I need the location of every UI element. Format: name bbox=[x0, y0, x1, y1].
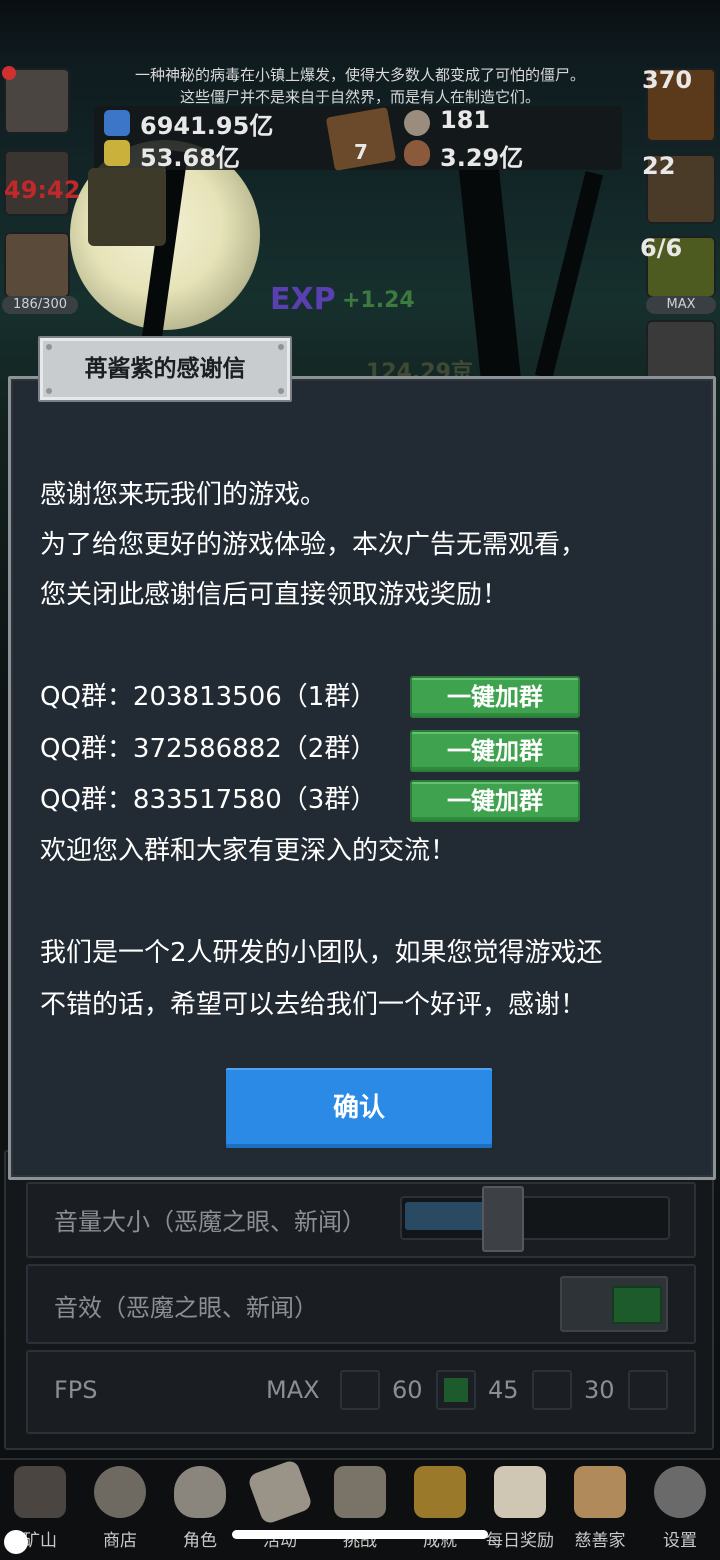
resource-blue-potion: 6941.95亿 bbox=[140, 112, 274, 140]
nav-achievement[interactable]: 成就 bbox=[400, 1460, 480, 1560]
sword-side-icon[interactable] bbox=[646, 320, 716, 380]
lantern-icon bbox=[14, 1466, 66, 1518]
volume-slider-handle[interactable] bbox=[482, 1186, 524, 1252]
fps-option-60-check bbox=[444, 1378, 468, 1402]
timer-text: 49:42 bbox=[4, 176, 81, 204]
dialog-line3: 您关闭此感谢信后可直接领取游戏奖励！ bbox=[40, 580, 509, 610]
qq-group-1-text: QQ群：203813506（1群） bbox=[40, 682, 377, 712]
fps-option-max[interactable] bbox=[340, 1370, 380, 1410]
nav-shop[interactable]: 商店 bbox=[80, 1460, 160, 1560]
team-line2: 不错的话，希望可以去给我们一个好评，感谢！ bbox=[40, 990, 587, 1020]
side-progress-text: 186/300 bbox=[12, 297, 67, 312]
nav-settings[interactable]: 设置 bbox=[640, 1460, 720, 1560]
resource-meat: 3.29亿 bbox=[440, 144, 524, 172]
fps-option-45[interactable] bbox=[532, 1370, 572, 1410]
sfx-label: 音效（恶魔之眼、新闻） bbox=[54, 1294, 318, 1322]
nav-philanthropist[interactable]: 慈善家 bbox=[560, 1460, 640, 1560]
nav-event[interactable]: 活动 bbox=[240, 1458, 320, 1560]
dialog-line2: 为了给您更好的游戏体验，本次广告无需观看， bbox=[40, 530, 587, 560]
shell-icon bbox=[94, 1466, 146, 1518]
nav-daily-reward[interactable]: 每日奖励 bbox=[480, 1460, 560, 1560]
fps-option-60-label: 60 bbox=[392, 1376, 423, 1404]
book-count: 7 bbox=[354, 140, 368, 164]
qq-group-2-text: QQ群：372586882（2群） bbox=[40, 734, 377, 764]
yellow-potion-icon bbox=[104, 140, 130, 166]
scroll-icon bbox=[246, 1458, 314, 1526]
assistive-touch-button[interactable] bbox=[4, 1530, 28, 1554]
confirm-button[interactable]: 确认 bbox=[226, 1068, 492, 1148]
nav-character[interactable]: 角色 bbox=[160, 1460, 240, 1560]
story-text-line2: 这些僵尸并不是来自于自然界，而是有人在制造它们。 bbox=[179, 88, 540, 106]
qq-group-3-text: QQ群：833517580（3群） bbox=[40, 785, 377, 815]
dialog-title-tab: 苒酱紫的感谢信 bbox=[38, 336, 292, 402]
exp-value: +1.24 bbox=[342, 288, 415, 313]
dialog-line1: 感谢您来玩我们的游戏。 bbox=[40, 480, 327, 510]
nav-label: 慈善家 bbox=[574, 1531, 626, 1551]
skull-icon bbox=[174, 1466, 226, 1518]
bread-side-icon[interactable] bbox=[4, 232, 70, 298]
dialog-title: 苒酱紫的感谢信 bbox=[84, 356, 246, 382]
team-line1: 我们是一个2人研发的小团队，如果您觉得游戏还 bbox=[40, 938, 603, 968]
nav-label: 每日奖励 bbox=[486, 1531, 554, 1551]
key-icon bbox=[414, 1466, 466, 1518]
bread-icon bbox=[574, 1466, 626, 1518]
fps-option-max-label: MAX bbox=[266, 1376, 320, 1404]
exp-label: EXP bbox=[270, 282, 336, 317]
fps-option-30[interactable] bbox=[628, 1370, 668, 1410]
story-text-line1: 一种神秘的病毒在小镇上爆发，使得大多数人都变成了可怕的僵尸。 bbox=[134, 66, 585, 84]
notification-dot bbox=[2, 66, 16, 80]
home-indicator[interactable] bbox=[232, 1530, 488, 1539]
sfx-toggle-knob bbox=[612, 1286, 662, 1324]
slime-count: 6/6 bbox=[640, 234, 683, 262]
resource-coin: 181 bbox=[440, 106, 491, 134]
join-group-3-button[interactable]: 一键加群 bbox=[410, 780, 580, 822]
chest-count: 22 bbox=[642, 152, 676, 180]
key-side-icon[interactable] bbox=[88, 168, 166, 246]
slime-max-badge: MAX bbox=[646, 296, 716, 314]
gear-icon bbox=[654, 1466, 706, 1518]
coin-icon bbox=[404, 110, 430, 136]
letter-icon bbox=[494, 1466, 546, 1518]
join-group-1-button[interactable]: 一键加群 bbox=[410, 676, 580, 718]
volume-slider-fill bbox=[405, 1202, 485, 1230]
nav-label: 商店 bbox=[103, 1531, 137, 1551]
nav-label: 角色 bbox=[183, 1531, 217, 1551]
join-group-2-button[interactable]: 一键加群 bbox=[410, 730, 580, 772]
nav-label: 设置 bbox=[663, 1531, 697, 1551]
fps-option-30-label: 30 bbox=[584, 1376, 615, 1404]
welcome-text: 欢迎您入群和大家有更深入的交流！ bbox=[40, 836, 457, 866]
potion-count: 370 bbox=[642, 66, 693, 94]
fps-label: FPS bbox=[54, 1376, 98, 1404]
volume-label: 音量大小（恶魔之眼、新闻） bbox=[54, 1208, 366, 1236]
meat-icon bbox=[404, 140, 430, 166]
map-icon bbox=[334, 1466, 386, 1518]
blue-potion-icon bbox=[104, 110, 130, 136]
fps-option-45-label: 45 bbox=[488, 1376, 519, 1404]
nav-challenge[interactable]: 挑战 bbox=[320, 1460, 400, 1560]
bottom-nav: 矿山 商店 角色 活动 挑战 成就 每日奖励 慈善家 设置 bbox=[0, 1458, 720, 1560]
